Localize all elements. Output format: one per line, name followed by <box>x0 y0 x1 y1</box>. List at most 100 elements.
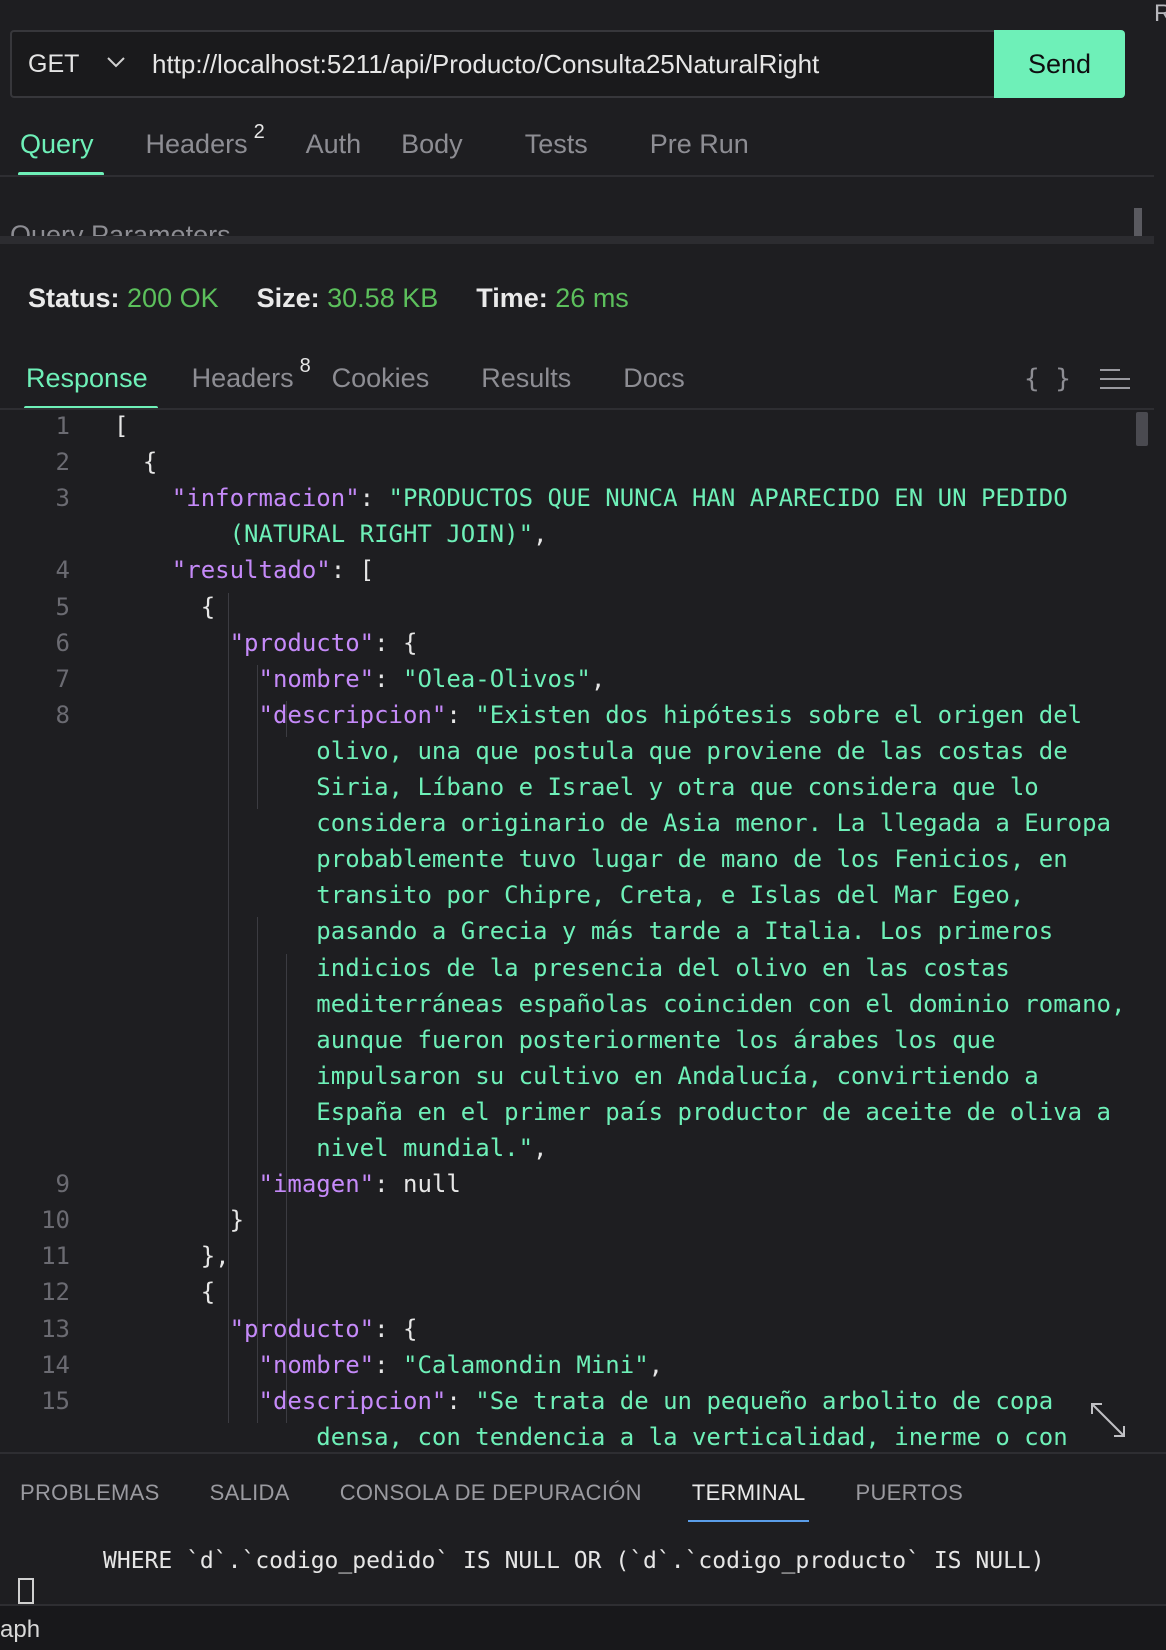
braces-icon[interactable]: { } <box>1024 364 1071 394</box>
status-info: Status: 200 OK <box>28 283 219 313</box>
tab-body[interactable]: Body <box>401 129 463 176</box>
scrollbar[interactable] <box>1134 208 1142 238</box>
indent-guide <box>256 664 258 810</box>
json-punctuation: : <box>359 484 389 513</box>
status-value: 200 OK <box>127 283 219 313</box>
code-line: España en el primer país productor de ac… <box>316 1098 1111 1126</box>
code-line: { <box>143 448 157 476</box>
panel-tab-problemas[interactable]: PROBLEMAS <box>20 1480 160 1522</box>
json-punctuation: [ <box>114 412 129 440</box>
line-number: 4 <box>55 556 70 585</box>
indent-guide <box>285 700 287 737</box>
json-string: indicios de la presencia del olivo en la… <box>316 953 1010 982</box>
line-number: 3 <box>55 484 70 513</box>
line-number: 1 <box>55 412 70 440</box>
indent-guide <box>227 592 229 1423</box>
json-punctuation: : { <box>374 628 418 657</box>
tab-badge: 2 <box>253 121 265 143</box>
code-line: Siria, Líbano e Israel y otra que consid… <box>316 773 1038 801</box>
json-key: "descripcion" <box>258 1386 447 1415</box>
tab-tests[interactable]: Tests <box>525 129 588 176</box>
code-line: probablemente tuvo lugar de mano de los … <box>316 845 1067 873</box>
json-string: "PRODUCTOS QUE NUNCA HAN APARECIDO EN UN… <box>388 484 1068 513</box>
terminal-cursor <box>18 1578 34 1604</box>
code-line: transito por Chipre, Creta, e Islas del … <box>316 881 1024 909</box>
json-key: "producto" <box>229 628 375 657</box>
code-line: nivel mundial.", <box>316 1134 547 1162</box>
panel-tab-terminal[interactable]: TERMINAL <box>687 1480 810 1522</box>
tab-pre-run[interactable]: Pre Run <box>650 129 749 176</box>
json-punctuation: , <box>648 1350 664 1379</box>
json-punctuation: : [ <box>330 556 375 585</box>
line-number: 14 <box>41 1350 70 1379</box>
code-line: aunque fueron posteriormente los árabes … <box>316 1026 995 1054</box>
send-button[interactable]: Send <box>994 30 1125 98</box>
json-string: España en el primer país productor de ac… <box>316 1097 1112 1126</box>
response-tabs: Response Headers 8 Cookies Results Docs <box>24 355 685 410</box>
tab-auth[interactable]: Auth <box>306 129 362 176</box>
line-number: 7 <box>55 664 70 693</box>
tabs-divider <box>0 175 1154 177</box>
panel-tabs: PROBLEMAS SALIDA CONSOLA DE DEPURACIÓN TERM… <box>20 1480 963 1522</box>
code-scrollbar[interactable] <box>1136 412 1148 446</box>
json-string: densa, con tendencia a la verticalidad, … <box>316 1422 1068 1451</box>
tabs-divider <box>0 408 1154 410</box>
indent-guide <box>256 917 258 1423</box>
size-info: Size: 30.58 KB <box>256 283 439 313</box>
json-string: probablemente tuvo lugar de mano de los … <box>316 845 1068 874</box>
code-line: densa, con tendencia a la verticalidad, … <box>316 1423 1067 1451</box>
line-number: 15 <box>41 1386 70 1415</box>
line-number: 2 <box>55 448 70 477</box>
time-info: Time: 26 ms <box>476 283 629 313</box>
response-tab-cookies[interactable]: Cookies <box>332 363 430 410</box>
panel-tab-salida[interactable]: SALIDA <box>210 1480 290 1522</box>
json-punctuation: : { <box>374 1314 418 1343</box>
response-tab-headers[interactable]: Headers 8 <box>192 355 311 410</box>
json-punctuation: , <box>533 520 548 549</box>
chevron-down-icon <box>107 57 125 68</box>
line-number: 8 <box>55 700 70 729</box>
panel-tab-puertos[interactable]: PUERTOS <box>855 1480 963 1522</box>
request-tabs: Query Headers 2 Auth Body Tests Pre Run <box>18 121 749 176</box>
response-tab-docs[interactable]: Docs <box>623 363 685 410</box>
status-bar: aph <box>0 1604 1166 1650</box>
code-line: "descripcion": "Existen dos hipótesis so… <box>259 701 1083 729</box>
url-input[interactable] <box>140 30 1006 98</box>
expand-icon[interactable] <box>1088 1400 1128 1440</box>
json-key: "informacion" <box>171 484 360 513</box>
json-string: "Calamondin Mini" <box>403 1350 649 1379</box>
size-value: 30.58 KB <box>327 283 439 313</box>
code-line: considera originario de Asia menor. La l… <box>316 809 1111 837</box>
json-string: impulsaron su cultivo en Andalucía, conv… <box>316 1061 1039 1090</box>
json-punctuation: : <box>446 1386 476 1415</box>
tab-label: Tests <box>524 129 588 159</box>
method-select[interactable]: GET <box>10 30 142 98</box>
pane-resize-handle[interactable] <box>0 236 1154 244</box>
tab-label: Cookies <box>331 363 430 393</box>
status-bar-text: aph <box>0 1616 41 1643</box>
request-bar: GET Send <box>10 30 1125 98</box>
json-string: (NATURAL RIGHT JOIN)" <box>229 520 534 549</box>
tab-headers[interactable]: Headers 2 <box>146 121 265 176</box>
tab-query[interactable]: Query <box>18 129 104 176</box>
line-number: 10 <box>41 1206 70 1235</box>
panel-tab-consola-de-depuraci-n[interactable]: CONSOLA DE DEPURACIÓN <box>340 1480 642 1522</box>
code-line: olivo, una que postula que proviene de l… <box>316 737 1067 765</box>
code-line: } <box>230 1206 244 1234</box>
code-line: pasando a Grecia y más tarde a Italia. L… <box>316 917 1053 945</box>
response-tab-results[interactable]: Results <box>481 363 571 410</box>
tab-label: Results <box>481 363 572 393</box>
tab-label: Docs <box>623 363 685 393</box>
code-line: "producto": { <box>230 629 418 657</box>
json-key: "nombre" <box>258 1350 375 1379</box>
code-line: "informacion": "PRODUCTOS QUE NUNCA HAN … <box>172 484 1068 512</box>
json-string: "Se trata de un pequeño arbolito de copa <box>475 1386 1054 1415</box>
response-body-viewer[interactable]: 1 [2 {3 "informacion": "PRODUCTOS QUE NUNCA… <box>0 412 1154 1452</box>
code-line: impulsaron su cultivo en Andalucía, conv… <box>316 1062 1038 1090</box>
json-punctuation: { <box>142 448 158 477</box>
code-line: }, <box>201 1242 230 1270</box>
code-line: "resultado": [ <box>172 556 374 584</box>
response-tab-response[interactable]: Response <box>24 363 158 410</box>
line-number: 11 <box>41 1242 70 1271</box>
wrap-lines-icon[interactable] <box>1100 368 1130 390</box>
